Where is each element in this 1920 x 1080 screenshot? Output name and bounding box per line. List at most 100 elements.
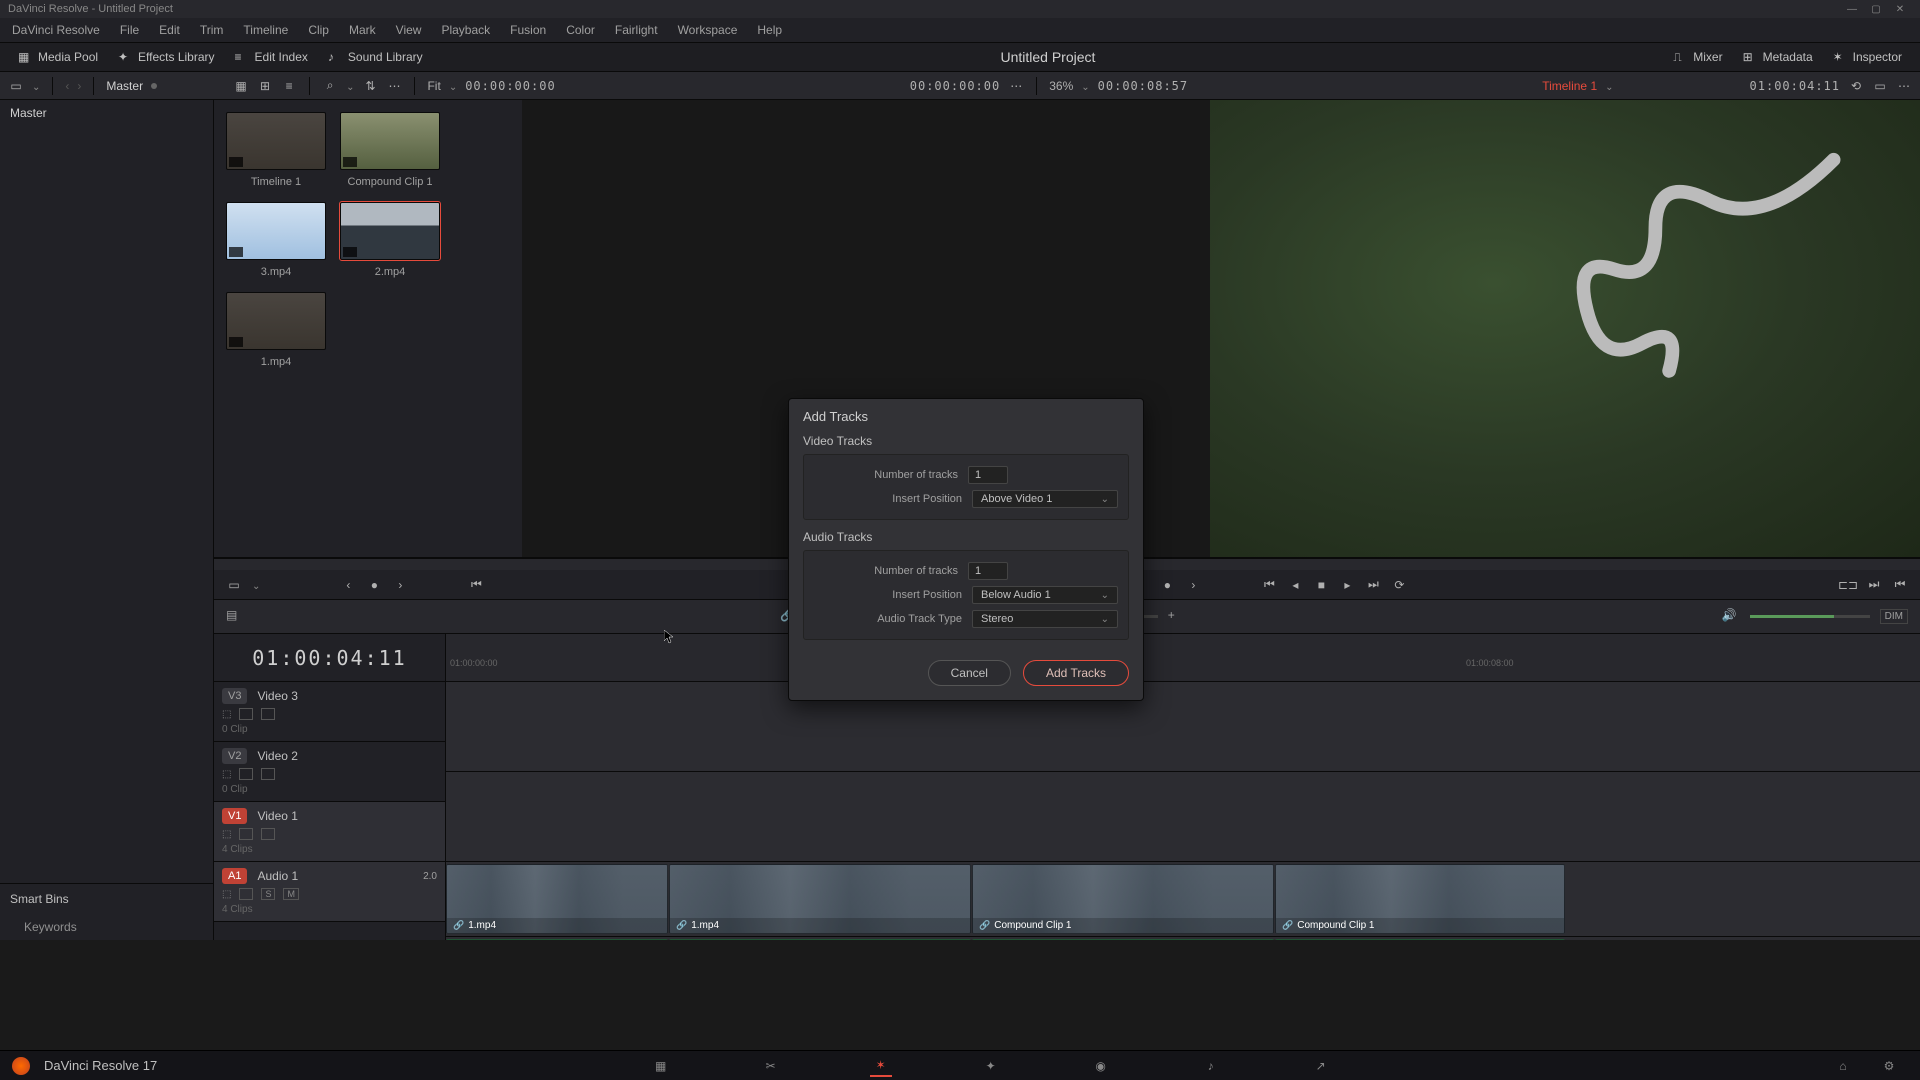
zoom-in-icon[interactable]: +	[1168, 608, 1186, 626]
video-insert-position-select[interactable]: Above Video 1	[972, 490, 1118, 508]
volume-slider[interactable]	[1750, 615, 1870, 618]
program-timecode[interactable]: 00:00:00:00	[910, 79, 1000, 93]
viewer-options-icon[interactable]: ⋯	[1896, 78, 1912, 94]
single-viewer-icon[interactable]: ▭	[1872, 78, 1888, 94]
menu-clip[interactable]: Clip	[300, 21, 337, 39]
deliver-page-icon[interactable]: ↗	[1310, 1055, 1332, 1077]
grid-view-icon[interactable]: ⊞	[257, 78, 273, 94]
menu-davinci[interactable]: DaVinci Resolve	[4, 21, 108, 39]
prev-edit-icon[interactable]: ‹	[340, 577, 356, 593]
edit-page-icon[interactable]: ✶	[870, 1055, 892, 1077]
menu-trim[interactable]: Trim	[192, 21, 232, 39]
timeline-clip[interactable]: 🔗Compound Clip 1	[1275, 864, 1565, 934]
track-lanes[interactable]: 01:00:00:00 01:00:04:00 01:00:08:00 🔗1.m…	[446, 634, 1920, 940]
loop-playback-icon[interactable]: ⟳	[1391, 577, 1407, 593]
timeline-clip[interactable]: 🔗Compound Clip 1	[1275, 939, 1565, 940]
lane-v3[interactable]	[446, 682, 1920, 772]
go-out-icon[interactable]: ⏮	[1892, 577, 1908, 593]
clip-thumbnail[interactable]: Timeline 1	[226, 112, 326, 188]
step-back-icon[interactable]: ◂	[1287, 577, 1303, 593]
record-icon[interactable]: ●	[1159, 577, 1175, 593]
menu-edit[interactable]: Edit	[151, 21, 188, 39]
bin-view-icon[interactable]: ▭	[8, 78, 24, 94]
toggle-edit-index[interactable]: ≡Edit Index	[225, 47, 318, 67]
menu-fairlight[interactable]: Fairlight	[607, 21, 666, 39]
smart-bins-header[interactable]: Smart Bins	[0, 884, 213, 914]
nav-fwd[interactable]: ›	[77, 79, 81, 93]
bin-master[interactable]: Master	[0, 100, 213, 126]
cut-page-icon[interactable]: ✂	[760, 1055, 782, 1077]
timeline-name[interactable]: Timeline 1	[1542, 79, 1597, 93]
dim-button[interactable]: DIM	[1880, 609, 1908, 624]
minimize-button[interactable]: —	[1840, 4, 1864, 15]
list-view-icon[interactable]: ≡	[281, 78, 297, 94]
next-edit-icon[interactable]: ›	[392, 577, 408, 593]
menu-timeline[interactable]: Timeline	[235, 21, 296, 39]
timeline-clip[interactable]: 🔗1.mp4	[669, 864, 971, 934]
timeline-playhead-tc[interactable]: 01:00:04:11	[214, 634, 445, 682]
step-fwd-icon[interactable]: ⏭	[1365, 577, 1381, 593]
lane-a1[interactable]: 🔗1.mp4 🔗1.mp4 🔗Compound Clip 1 🔗Compound…	[446, 937, 1920, 940]
menu-color[interactable]: Color	[558, 21, 603, 39]
program-viewer[interactable]	[1210, 100, 1920, 557]
lane-v1[interactable]: 🔗1.mp4 🔗1.mp4 🔗Compound Clip 1 🔗Compound…	[446, 862, 1920, 937]
first-frame-icon[interactable]: ⏮	[468, 577, 484, 593]
menu-help[interactable]: Help	[749, 21, 790, 39]
audio-track-count-input[interactable]: 1	[968, 562, 1008, 580]
track-header-a1[interactable]: A1Audio 12.0 ⬚SM 4 Clips	[214, 862, 445, 922]
toggle-sound-library[interactable]: ♪Sound Library	[318, 47, 433, 67]
lock-icon[interactable]: ⬚	[222, 769, 231, 780]
mute-button[interactable]: M	[283, 888, 299, 900]
search-icon[interactable]: ⌕	[322, 78, 338, 94]
viewer-more-icon[interactable]: ⋯	[1008, 78, 1024, 94]
timeline-clip[interactable]: 🔗1.mp4	[446, 864, 668, 934]
match-frame-icon[interactable]: ⊏⊐	[1840, 577, 1856, 593]
menu-workspace[interactable]: Workspace	[670, 21, 746, 39]
auto-select-icon[interactable]	[239, 888, 253, 900]
track-header-v3[interactable]: V3Video 3 ⬚ 0 Clip	[214, 682, 445, 742]
go-start-icon[interactable]: ⏮	[1261, 577, 1277, 593]
chevron-down-icon[interactable]	[32, 79, 40, 93]
play-icon[interactable]: ▸	[1339, 577, 1355, 593]
lock-icon[interactable]: ⬚	[222, 829, 231, 840]
stop-btn-icon[interactable]: ■	[1313, 577, 1329, 593]
toggle-metadata[interactable]: ⊞Metadata	[1733, 47, 1823, 67]
timeline-view-icon[interactable]: ▤	[226, 608, 244, 626]
timeline-clip[interactable]: 🔗1.mp4	[669, 939, 971, 940]
source-timecode[interactable]: 00:00:00:00	[465, 79, 555, 93]
program-duration[interactable]: 00:00:08:57	[1098, 79, 1188, 93]
zoom-dropdown[interactable]: 36%	[1049, 79, 1073, 93]
add-tracks-button[interactable]: Add Tracks	[1023, 660, 1129, 686]
menu-mark[interactable]: Mark	[341, 21, 384, 39]
clip-thumbnail[interactable]: 3.mp4	[226, 202, 326, 278]
visibility-icon[interactable]	[261, 828, 275, 840]
fusion-page-icon[interactable]: ✦	[980, 1055, 1002, 1077]
lock-icon[interactable]: ⬚	[222, 709, 231, 720]
maximize-button[interactable]: ▢	[1864, 4, 1888, 15]
timeline-clip[interactable]: 🔗1.mp4	[446, 939, 668, 940]
toggle-media-pool[interactable]: ▦Media Pool	[8, 47, 108, 67]
smart-bin-keywords[interactable]: Keywords	[0, 914, 213, 940]
auto-select-icon[interactable]	[239, 828, 253, 840]
more-icon[interactable]: ⋯	[386, 78, 402, 94]
video-track-count-input[interactable]: 1	[968, 466, 1008, 484]
auto-select-icon[interactable]	[239, 768, 253, 780]
menu-playback[interactable]: Playback	[433, 21, 498, 39]
settings-icon[interactable]: ⚙	[1878, 1055, 1900, 1077]
solo-button[interactable]: S	[261, 888, 275, 900]
media-page-icon[interactable]: ▦	[650, 1055, 672, 1077]
breadcrumb-master[interactable]: Master	[106, 79, 143, 93]
fit-dropdown[interactable]: Fit	[427, 79, 440, 93]
track-header-v1[interactable]: V1Video 1 ⬚ 4 Clips	[214, 802, 445, 862]
toggle-mixer[interactable]: ⎍Mixer	[1663, 47, 1732, 67]
clip-thumbnail[interactable]: Compound Clip 1	[340, 112, 440, 188]
home-icon[interactable]: ⌂	[1832, 1055, 1854, 1077]
stop-icon[interactable]: ●	[366, 577, 382, 593]
clip-thumbnail[interactable]: 2.mp4	[340, 202, 440, 278]
clip-thumbnail[interactable]: 1.mp4	[226, 292, 326, 368]
menu-file[interactable]: File	[112, 21, 147, 39]
audio-insert-position-select[interactable]: Below Audio 1	[972, 586, 1118, 604]
loop-icon[interactable]: ⟲	[1848, 78, 1864, 94]
visibility-icon[interactable]	[261, 708, 275, 720]
lane-v2[interactable]	[446, 772, 1920, 862]
